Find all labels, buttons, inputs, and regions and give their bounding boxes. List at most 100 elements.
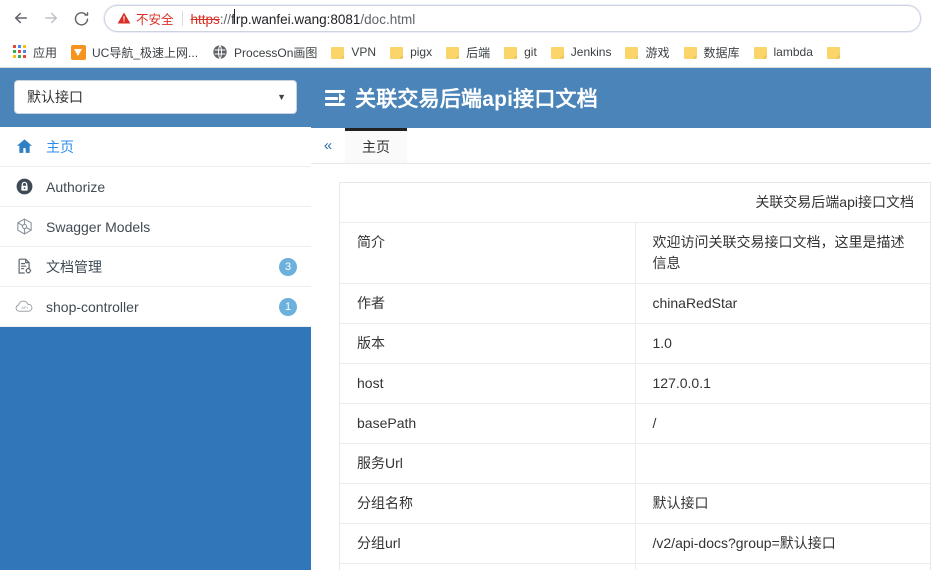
folder-icon: [446, 46, 460, 59]
row-value: chinaRedStar: [635, 283, 930, 324]
svg-text:API: API: [21, 305, 28, 310]
url-text[interactable]: https://frp.wanfei.wang:8081/doc.html: [191, 9, 415, 27]
sidebar-item-label: shop-controller: [46, 298, 139, 315]
row-key: 服务Url: [340, 443, 636, 484]
row-key: basePath: [340, 403, 636, 444]
row-key: 作者: [340, 283, 636, 324]
address-bar[interactable]: 不安全 https://frp.wanfei.wang:8081/doc.htm…: [104, 4, 921, 32]
folder-icon: [550, 46, 565, 59]
bookmark-label: 后端: [466, 45, 491, 60]
folder-icon: [683, 46, 698, 59]
table-row: 分组url /v2/api-docs?group=默认接口: [340, 523, 930, 564]
bookmark-folder-database[interactable]: 数据库: [677, 40, 747, 64]
url-host: rp.wanfei.wang:8081: [235, 12, 361, 27]
row-key: 版本: [340, 323, 636, 364]
group-select-value: 默认接口: [27, 89, 83, 105]
double-chevron-left-icon[interactable]: «: [311, 128, 345, 163]
doc-info-table-wrapper: 关联交易后端api接口文档 简介 欢迎访问关联交易接口文档，这里是描述信息 作者…: [339, 182, 931, 570]
row-value: 欢迎访问关联交易接口文档，这里是描述信息: [635, 222, 930, 284]
browser-toolbar: 不安全 https://frp.wanfei.wang:8081/doc.htm…: [0, 0, 931, 37]
table-title-row: 关联交易后端api接口文档: [340, 183, 930, 223]
forward-button[interactable]: [36, 3, 66, 33]
security-status-label: 不安全: [136, 12, 174, 27]
warning-triangle-icon: [117, 11, 131, 25]
tab-home[interactable]: 主页: [345, 128, 407, 163]
api-cloud-icon: API: [13, 296, 35, 318]
bookmark-item-uc[interactable]: UC导航_极速上网...: [64, 40, 205, 64]
table-row: 简介 欢迎访问关联交易接口文档，这里是描述信息: [340, 222, 930, 284]
lock-icon: [13, 176, 35, 198]
sidebar-item-label: 主页: [46, 138, 74, 155]
text-caret: [233, 9, 235, 24]
sidebar-item-home[interactable]: 主页: [0, 127, 311, 167]
row-value: 默认接口: [635, 483, 930, 524]
bookmark-label: 游戏: [645, 45, 670, 60]
row-key: 分组url: [340, 523, 636, 564]
bookmark-folder-backend[interactable]: 后端: [439, 40, 497, 64]
bookmark-apps-label: 应用: [33, 45, 58, 60]
bookmark-label: UC导航_极速上网...: [92, 45, 199, 60]
omnibox-divider: [181, 10, 183, 26]
table-row: 分组名称 默认接口: [340, 483, 930, 524]
bookmark-folder-games[interactable]: 游戏: [618, 40, 676, 64]
bookmark-folder-vpn[interactable]: VPN: [324, 40, 383, 64]
sidebar-item-label: Authorize: [46, 178, 106, 195]
sidebar-item-swagger-models[interactable]: Swagger Models: [0, 207, 311, 247]
folder-icon: [504, 46, 518, 59]
row-value: [635, 443, 930, 484]
folder-icon: [753, 46, 768, 59]
document-settings-icon: [13, 256, 35, 278]
bookmark-label: VPN: [351, 45, 377, 59]
tab-label: 主页: [362, 139, 390, 155]
sidebar-item-badge: 3: [279, 257, 297, 276]
table-title: 关联交易后端api接口文档: [340, 183, 930, 223]
bookmark-label: lambda: [773, 45, 813, 59]
row-value: /v2/api-docs?group=默认接口: [635, 523, 930, 564]
arrow-left-icon: [15, 12, 27, 24]
table-row: 作者 chinaRedStar: [340, 283, 930, 324]
bookmark-label: git: [524, 45, 537, 59]
apps-grid-icon: [13, 45, 27, 59]
home-icon: [13, 136, 35, 158]
doc-info-table: 关联交易后端api接口文档 简介 欢迎访问关联交易接口文档，这里是描述信息 作者…: [340, 183, 930, 570]
table-row: 版本 1.0: [340, 323, 930, 364]
bookmark-folder-pigx[interactable]: pigx: [383, 40, 439, 64]
back-button[interactable]: [6, 3, 36, 33]
table-row: host 127.0.0.1: [340, 363, 930, 404]
bookmark-folder-git[interactable]: git: [497, 40, 544, 64]
bookmark-label: Jenkins: [570, 45, 612, 59]
bookmark-label: pigx: [410, 45, 433, 59]
bookmark-apps[interactable]: 应用: [6, 40, 64, 64]
folder-icon: [331, 46, 345, 59]
sidebar-item-authorize[interactable]: Authorize: [0, 167, 311, 207]
sidebar-item-shop-controller[interactable]: API shop-controller 1: [0, 287, 311, 327]
row-key: host: [340, 363, 636, 404]
hamburger-collapse-icon[interactable]: [325, 90, 345, 106]
sidebar-header: 默认接口 ▼: [0, 68, 311, 127]
sidebar-item-document-management[interactable]: 文档管理 3: [0, 247, 311, 287]
folder-icon: [390, 46, 404, 59]
folder-icon: [625, 46, 639, 59]
row-value: /: [635, 403, 930, 444]
url-separator: ://: [219, 12, 232, 27]
bookmark-item-processon[interactable]: ProcessOn画图: [205, 40, 324, 64]
bookmarks-bar: 应用 UC导航_极速上网... ProcessOn画图 VPN pigx 后端 …: [0, 37, 931, 68]
content-body: 关联交易后端api接口文档 简介 欢迎访问关联交易接口文档，这里是描述信息 作者…: [311, 164, 931, 570]
app-header: 关联交易后端api接口文档: [311, 68, 931, 128]
bookmark-folder-jenkins[interactable]: Jenkins: [544, 40, 619, 64]
table-row: basePath /: [340, 403, 930, 444]
content-area: 关联交易后端api接口文档 « 主页 关联交易后端api接口文档 简介 欢迎访问…: [311, 68, 931, 570]
bookmark-folder-lambda[interactable]: lambda: [747, 40, 820, 64]
row-key: 简介: [340, 222, 636, 284]
uc-browser-icon: [71, 44, 87, 60]
row-key: 分组Location: [340, 563, 636, 570]
bookmark-folder-overflow[interactable]: [820, 40, 847, 64]
reload-button[interactable]: [66, 3, 96, 33]
sidebar: 默认接口 ▼ 主页 Authorize Swagger Models 文档管理 …: [0, 68, 311, 570]
row-value: /v2/api-docs?group=默认接口: [635, 563, 930, 570]
tab-strip: « 主页: [311, 128, 931, 164]
table-row: 分组Location /v2/api-docs?group=默认接口: [340, 563, 930, 570]
sidebar-item-label: Swagger Models: [46, 218, 151, 235]
sidebar-filler: [0, 327, 311, 570]
group-select[interactable]: 默认接口 ▼: [14, 80, 297, 114]
